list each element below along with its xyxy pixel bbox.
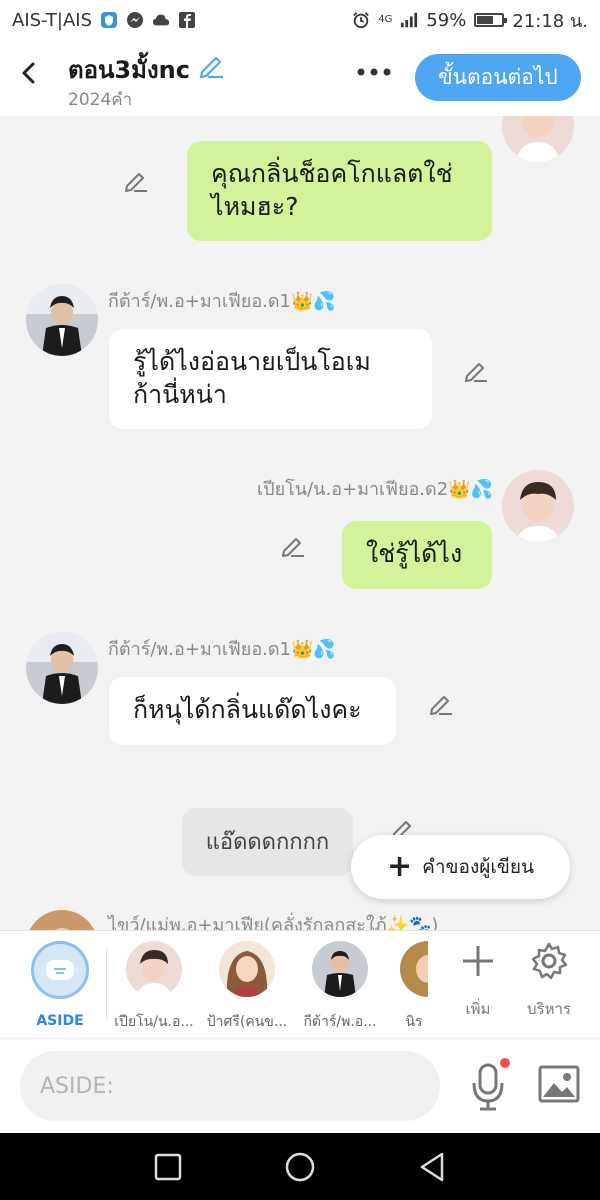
image-icon[interactable] — [536, 1061, 582, 1107]
microphone-icon[interactable] — [468, 1057, 512, 1117]
author-note-button[interactable]: + คำของผู้เขียน — [351, 835, 570, 899]
alarm-icon — [352, 11, 370, 29]
avatar-piano[interactable] — [502, 116, 574, 162]
home-icon[interactable] — [282, 1149, 318, 1185]
message-bubble[interactable]: ก็หนุได้กลิ่นแด๊ดไงคะ — [109, 677, 396, 745]
battery-percent: 59% — [426, 9, 467, 31]
edit-message-pencil-icon[interactable] — [427, 689, 455, 717]
plus-icon — [458, 941, 498, 981]
divider — [106, 949, 107, 1019]
manage-characters-button[interactable]: บริหาร — [514, 941, 584, 1021]
messenger-icon — [126, 11, 144, 29]
edit-message-pencil-icon[interactable] — [279, 531, 307, 559]
word-count: 2024คำ — [68, 90, 133, 110]
character-piano[interactable]: เปียโน/น.อ... — [108, 941, 200, 1033]
message-bubble[interactable]: รู้ได้ไงอ่อนายเป็นโอเมก้านี่หน่า — [109, 329, 432, 429]
character-guitar[interactable]: กีต้าร์/พ.อ... — [294, 941, 386, 1033]
carrier-text: AIS-T|AIS — [12, 9, 92, 31]
facebook-icon — [178, 11, 196, 29]
add-character-button[interactable]: เพิ่ม — [443, 941, 513, 1021]
recent-apps-icon[interactable] — [150, 1149, 186, 1185]
network-type: 4G — [378, 14, 393, 25]
character-selector: ASIDE เปียโน/น.อ... ป้าศรี(คนข... กีต้าร… — [0, 930, 600, 1038]
back-icon[interactable] — [414, 1149, 450, 1185]
app-header: ตอน3มั้งnc 2024คำ ขั้นตอนต่อไป — [0, 40, 600, 116]
manage-label: บริหาร — [527, 1000, 571, 1018]
more-options-icon[interactable] — [354, 60, 394, 84]
sender-name: กีต้าร์/พ.อ+มาเฟียอ.ด1👑💦 — [108, 291, 336, 312]
sender-name: กีต้าร์/พ.อ+มาเฟียอ.ด1👑💦 — [108, 639, 336, 660]
character-aunt[interactable]: ป้าศรี(คนข... — [201, 941, 293, 1033]
back-arrow-icon[interactable] — [14, 58, 44, 88]
edit-message-pencil-icon[interactable] — [122, 166, 150, 194]
add-label: เพิ่ม — [465, 1000, 491, 1018]
narration-bubble[interactable]: แอ๊ดดดกกกก — [182, 808, 353, 876]
character-avatar — [312, 941, 368, 997]
character-aside[interactable]: ASIDE — [14, 941, 106, 1029]
message-bubble[interactable]: ใช่รู้ได้ไง — [342, 521, 492, 589]
avatar-guitar[interactable] — [26, 284, 98, 356]
avatar-piano[interactable] — [502, 470, 574, 542]
character-avatar — [219, 941, 275, 997]
avatar-guitar[interactable] — [26, 632, 98, 704]
chapter-title[interactable]: ตอน3มั้งnc — [68, 50, 190, 89]
message-input[interactable] — [20, 1051, 440, 1121]
sender-name: เปียโน/น.อ+มาเฟียอ.ด2👑💦 — [257, 479, 493, 500]
cloud-icon — [152, 11, 170, 29]
author-note-label: คำของผู้เขียน — [422, 856, 534, 878]
character-avatar — [400, 941, 428, 997]
character-label: กีต้าร์/พ.อ... — [303, 1014, 377, 1030]
message-input-bar — [0, 1038, 600, 1133]
edit-title-pencil-icon[interactable] — [196, 50, 226, 80]
gear-icon — [529, 941, 569, 981]
character-label: ป้าศรี(คนข... — [206, 1014, 288, 1030]
character-label: เปียโน/น.อ... — [114, 1014, 194, 1030]
signal-icon — [400, 11, 418, 29]
avatar-mother[interactable] — [26, 910, 98, 930]
clock-text: 21:18 น. — [512, 10, 588, 32]
message-bubble[interactable]: คุณกลิ่นช็อคโกแลตใช่ไหมฮะ? — [187, 141, 492, 241]
sender-name: ไขว์/แม่พ.อ+มาเฟีย(คลั่งรักลูกสะใภ้✨🐾) — [108, 915, 439, 930]
plus-icon: + — [387, 849, 413, 884]
status-bar: AIS-T|AIS 4G 59% 21:18 น. — [0, 0, 600, 40]
character-label: ASIDE — [36, 1013, 84, 1029]
edit-message-pencil-icon[interactable] — [462, 356, 490, 384]
battery-icon — [474, 13, 508, 27]
character-label: นิร — [405, 1014, 423, 1030]
next-step-button[interactable]: ขั้นตอนต่อไป — [415, 54, 581, 101]
system-nav-bar — [0, 1133, 600, 1200]
character-nira[interactable]: นิร — [400, 941, 428, 1033]
aside-icon — [31, 941, 89, 999]
chat-area[interactable]: คุณกลิ่นช็อคโกแลตใช่ไหมฮะ? กีต้าร์/พ.อ+ม… — [0, 116, 600, 930]
shield-app-icon — [100, 11, 118, 29]
character-avatar — [126, 941, 182, 997]
